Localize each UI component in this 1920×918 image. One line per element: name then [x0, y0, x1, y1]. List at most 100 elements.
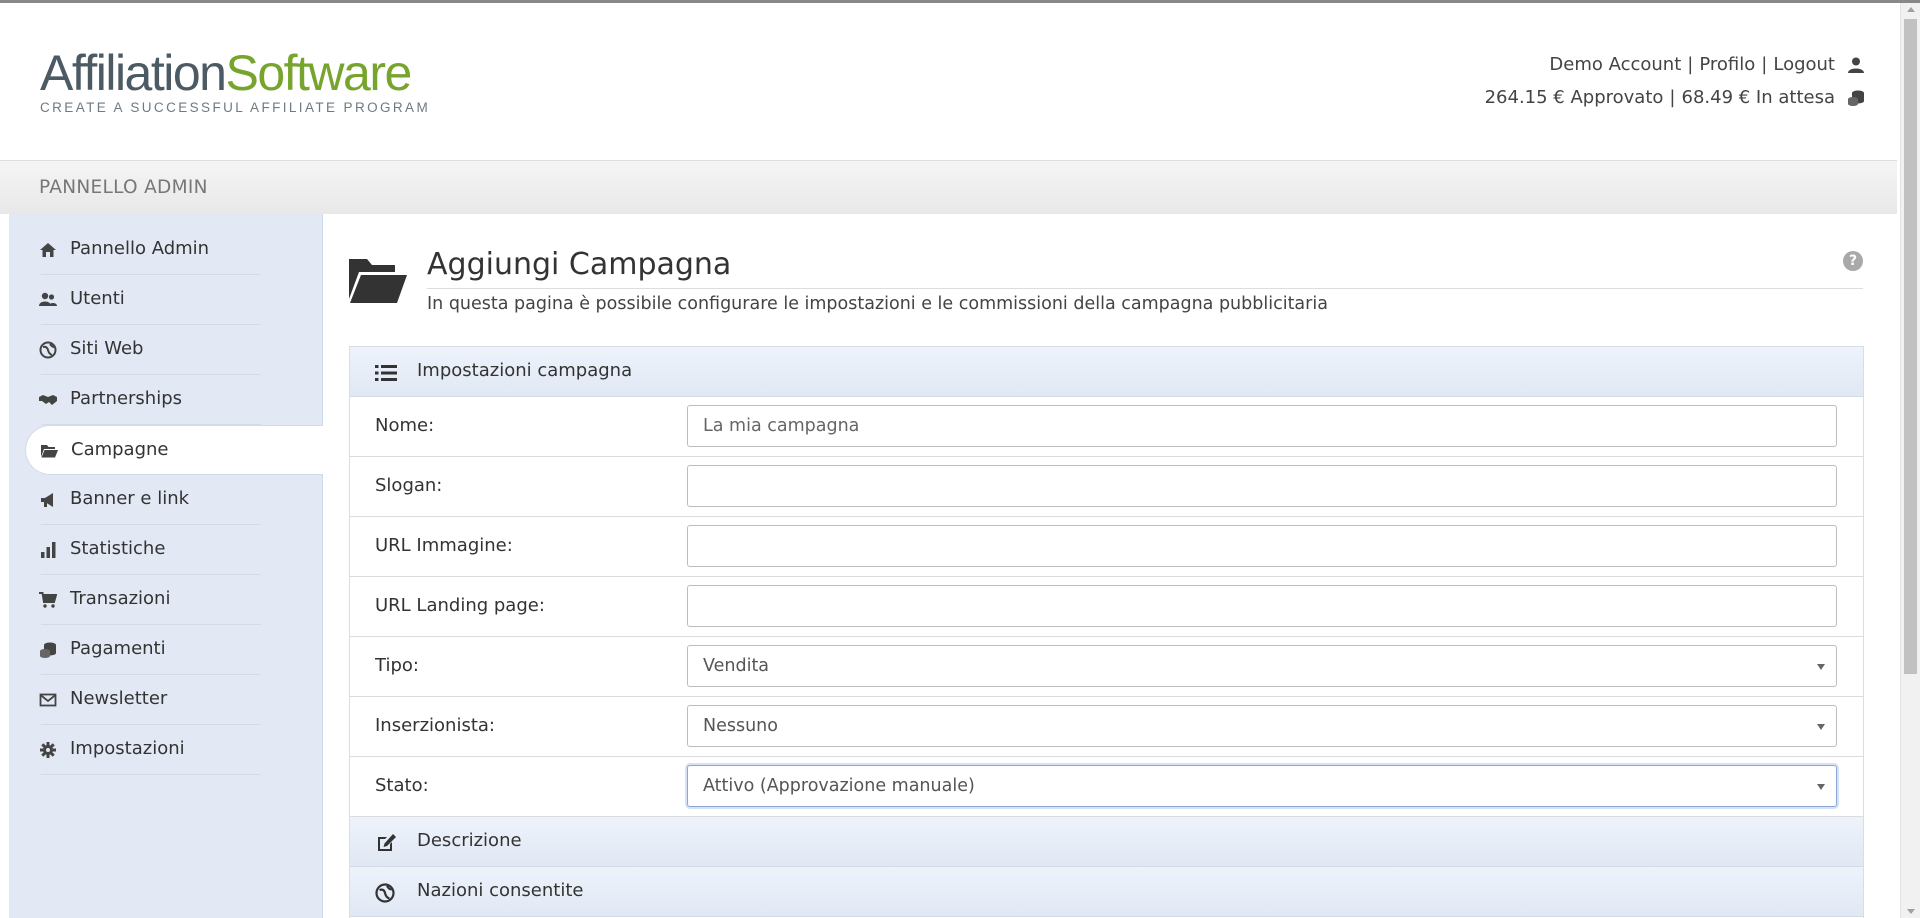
megaphone-icon: [41, 493, 53, 507]
image-url-input[interactable]: [687, 525, 1837, 567]
bar-chart-icon: [41, 542, 56, 558]
admin-panel-title: PANNELLO ADMIN: [39, 177, 208, 198]
select-value: Vendita: [703, 656, 770, 676]
section-title: Nazioni consentite: [417, 880, 584, 901]
separator: |: [1669, 87, 1676, 108]
select-value: Nessuno: [703, 716, 778, 736]
field-label: Slogan:: [375, 475, 443, 496]
caret-down-icon: [1817, 724, 1825, 730]
form-row-tipo: Tipo: Vendita: [350, 637, 1863, 697]
caret-down-icon: [1817, 784, 1825, 790]
logo-text-software: Software: [225, 45, 412, 101]
sidebar-item-banner-e-link[interactable]: Banner e link: [25, 475, 323, 525]
field-label: Nome:: [375, 415, 435, 436]
user-icon: [1848, 57, 1864, 73]
home-icon: [40, 243, 56, 257]
handshake-icon: [39, 395, 57, 405]
demo-account-link[interactable]: Demo Account: [1549, 48, 1681, 81]
balance-info: 264.15 € Approvato | 68.49 € In attesa: [1485, 81, 1865, 114]
logo[interactable]: AffiliationSoftware CREATE A SUCCESSFUL …: [40, 48, 430, 115]
globe-icon: [375, 883, 395, 903]
scrollbar-thumb[interactable]: [1904, 19, 1917, 674]
user-area: Demo Account | Profilo | Logout 264.15 €…: [1485, 48, 1865, 114]
slogan-input[interactable]: [687, 465, 1837, 507]
window-top-border: [0, 0, 1920, 3]
form-row-slogan: Slogan:: [350, 457, 1863, 517]
sidebar-item-impostazioni[interactable]: Impostazioni: [25, 725, 323, 775]
advertiser-select[interactable]: Nessuno: [687, 705, 1837, 747]
scroll-down-icon[interactable]: [1907, 909, 1915, 914]
sidebar-item-label: Transazioni: [70, 588, 171, 609]
admin-panel-header: PANNELLO ADMIN: [0, 160, 1897, 214]
campaign-form: Impostazioni campagna Nome: Slogan: URL …: [349, 346, 1864, 918]
sidebar-item-utenti[interactable]: Utenti: [25, 275, 323, 325]
folder-open-icon: [41, 445, 58, 458]
cart-icon: [39, 592, 57, 608]
sidebar-item-label: Campagne: [71, 439, 169, 460]
logo-text-affiliation: Affiliation: [40, 45, 227, 101]
separator: |: [1687, 54, 1694, 75]
section-title: Impostazioni campagna: [417, 360, 633, 381]
user-links: Demo Account | Profilo | Logout: [1485, 48, 1865, 81]
users-icon: [39, 292, 57, 306]
sidebar: Pannello Admin Utenti Siti Web Partnersh…: [9, 214, 323, 918]
coins-icon: [40, 642, 56, 658]
logo-tagline: CREATE A SUCCESSFUL AFFILIATE PROGRAM: [40, 100, 431, 115]
sidebar-item-pagamenti[interactable]: Pagamenti: [25, 625, 323, 675]
edit-icon: [378, 834, 396, 851]
section-header-descrizione[interactable]: Descrizione: [350, 817, 1863, 867]
folder-open-icon: [349, 259, 407, 303]
sidebar-item-siti-web[interactable]: Siti Web: [25, 325, 323, 375]
section-header-impostazioni[interactable]: Impostazioni campagna: [350, 347, 1863, 397]
field-label: Stato:: [375, 775, 429, 796]
sidebar-item-label: Impostazioni: [70, 738, 185, 759]
envelope-icon: [39, 693, 57, 707]
sidebar-item-label: Banner e link: [70, 488, 190, 509]
sidebar-item-pannello-admin[interactable]: Pannello Admin: [25, 225, 323, 275]
vertical-scrollbar[interactable]: [1900, 3, 1920, 918]
sidebar-item-label: Pagamenti: [70, 638, 166, 659]
sidebar-item-label: Pannello Admin: [70, 238, 210, 259]
field-label: Tipo:: [375, 655, 419, 676]
list-icon: [375, 365, 397, 381]
form-row-nome: Nome:: [350, 397, 1863, 457]
globe-icon: [39, 341, 57, 359]
pending-balance[interactable]: 68.49 € In attesa: [1682, 81, 1836, 114]
name-input[interactable]: [687, 405, 1837, 447]
select-value: Attivo (Approvazione manuale): [703, 776, 975, 796]
sidebar-item-newsletter[interactable]: Newsletter: [25, 675, 323, 725]
form-row-url-immagine: URL Immagine:: [350, 517, 1863, 577]
sidebar-item-partnerships[interactable]: Partnerships: [25, 375, 323, 425]
field-label: URL Landing page:: [375, 595, 545, 616]
form-row-stato: Stato: Attivo (Approvazione manuale): [350, 757, 1863, 817]
form-row-url-landing: URL Landing page:: [350, 577, 1863, 637]
coins-icon: [1848, 90, 1864, 106]
sidebar-item-statistiche[interactable]: Statistiche: [25, 525, 323, 575]
landing-url-input[interactable]: [687, 585, 1837, 627]
sidebar-item-label: Partnerships: [70, 388, 183, 409]
sidebar-item-label: Statistiche: [70, 538, 166, 559]
field-label: Inserzionista:: [375, 715, 495, 736]
section-header-nazioni[interactable]: Nazioni consentite: [350, 867, 1863, 917]
sidebar-item-campagne[interactable]: Campagne: [25, 425, 323, 475]
sidebar-item-transazioni[interactable]: Transazioni: [25, 575, 323, 625]
type-select[interactable]: Vendita: [687, 645, 1837, 687]
separator: |: [1761, 54, 1768, 75]
form-row-inserzionista: Inserzionista: Nessuno: [350, 697, 1863, 757]
page-title: Aggiungi Campagna: [427, 247, 732, 282]
logout-link[interactable]: Logout: [1773, 48, 1835, 81]
section-title: Descrizione: [417, 830, 522, 851]
scroll-up-icon[interactable]: [1907, 7, 1915, 12]
status-select[interactable]: Attivo (Approvazione manuale): [687, 765, 1837, 807]
approved-balance[interactable]: 264.15 € Approvato: [1485, 81, 1664, 114]
caret-down-icon: [1817, 664, 1825, 670]
help-icon[interactable]: ?: [1843, 251, 1863, 271]
sidebar-item-label: Newsletter: [70, 688, 168, 709]
sidebar-item-label: Siti Web: [70, 338, 144, 359]
field-label: URL Immagine:: [375, 535, 513, 556]
gear-icon: [40, 742, 56, 758]
profile-link[interactable]: Profilo: [1699, 48, 1755, 81]
sidebar-item-label: Utenti: [70, 288, 125, 309]
title-divider: [427, 288, 1863, 289]
page-subtitle: In questa pagina è possibile configurare…: [427, 294, 1328, 314]
